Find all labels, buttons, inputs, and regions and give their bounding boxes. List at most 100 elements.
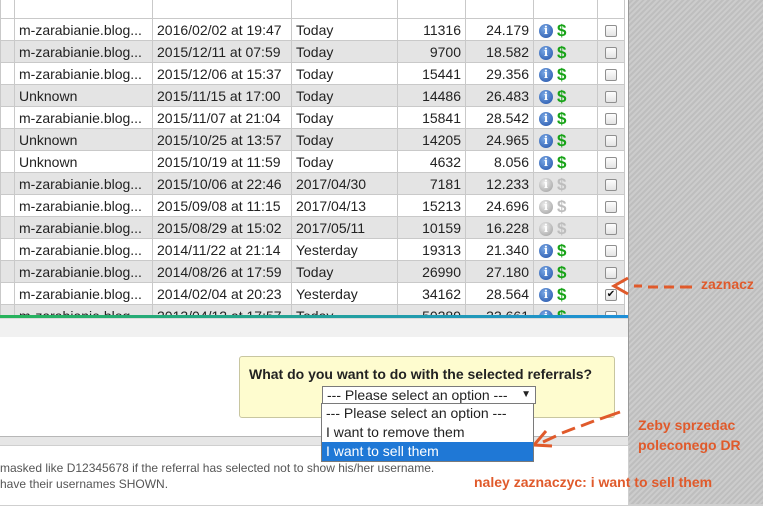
select-cell (597, 216, 625, 239)
info-icon[interactable]: i (539, 199, 553, 214)
info-icon[interactable]: i (539, 221, 553, 236)
actions-cell (533, 0, 598, 19)
referral-since: 2015/10/06 at 22:46 (157, 175, 282, 192)
average-cell: 8.056 (465, 150, 534, 173)
referral-since: 2014/02/04 at 20:23 (157, 285, 282, 302)
row-checkbox[interactable] (605, 112, 617, 125)
table-row: m-zarabianie.blog... 2015/08/29 at 15:02 2… (0, 216, 625, 239)
row-checkbox[interactable]: ✔ (605, 288, 617, 301)
select-cell (597, 106, 625, 129)
row-edge-cell (0, 18, 15, 41)
row-edge-cell (0, 238, 15, 261)
referral-since-cell: 2015/09/08 at 11:15 (152, 194, 292, 217)
row-checkbox[interactable] (605, 266, 617, 279)
actions-cell: i$ (533, 62, 598, 85)
dollar-icon[interactable]: $ (557, 22, 566, 39)
total-clicks: 7181 (429, 175, 461, 192)
last-click: Today (296, 87, 334, 104)
table-row: m-zarabianie.blog... 2015/12/06 at 15:37 T… (0, 62, 625, 85)
referral-name-cell: m-zarabianie.blog... (14, 106, 153, 129)
referral-name-cell: m-zarabianie.blog... (14, 238, 153, 261)
table-row: m-zarabianie.blog... 2015/12/11 at 07:59 T… (0, 40, 625, 63)
row-checkbox[interactable] (605, 24, 617, 37)
dollar-icon[interactable]: $ (557, 242, 566, 259)
select-cell (597, 150, 625, 173)
table-row: Unknown 2015/11/15 at 17:00 Today 14486 26.4… (0, 84, 625, 107)
referral-since-cell: 2014/02/04 at 20:23 (152, 282, 292, 305)
row-checkbox[interactable] (605, 244, 617, 257)
average-cell: 16.228 (465, 216, 534, 239)
dollar-icon[interactable]: $ (557, 286, 566, 303)
average: 12.233 (486, 175, 529, 192)
row-edge-cell (0, 84, 15, 107)
referral-name-cell: Unknown (14, 128, 153, 151)
horizontal-scrollbar[interactable] (0, 318, 628, 337)
dollar-icon[interactable]: $ (557, 66, 566, 83)
average: 27.180 (486, 263, 529, 280)
row-edge-cell (0, 194, 15, 217)
dollar-icon[interactable]: $ (557, 264, 566, 281)
referral-since: 2015/10/19 at 11:59 (157, 153, 281, 170)
row-checkbox[interactable] (605, 178, 617, 191)
referral-name-cell: m-zarabianie.blog... (14, 18, 153, 41)
row-edge-cell (0, 40, 15, 63)
table-row: m-zarabianie.blog... 2014/02/04 at 20:23 Y… (0, 282, 625, 305)
total-clicks: 14205 (422, 131, 461, 148)
total-clicks-cell: 15841 (397, 106, 466, 129)
average-cell: 24.179 (465, 18, 534, 41)
info-icon[interactable]: i (539, 133, 553, 148)
referral-name: m-zarabianie.blog... (19, 109, 142, 126)
row-checkbox[interactable] (605, 90, 617, 103)
info-icon[interactable]: i (539, 45, 553, 60)
option-remove[interactable]: I want to remove them (322, 423, 533, 442)
total-clicks: 15841 (422, 109, 461, 126)
info-icon[interactable]: i (539, 155, 553, 170)
total-clicks-cell: 11316 (397, 18, 466, 41)
total-clicks: 15441 (422, 65, 461, 82)
bulk-action-select[interactable]: --- Please select an option --- ▼ (322, 386, 536, 404)
actions-cell: i$ (533, 260, 598, 283)
total-clicks-cell: 9700 (397, 40, 466, 63)
referral-since-cell: 2015/12/06 at 15:37 (152, 62, 292, 85)
last-click: 2017/05/11 (296, 219, 366, 236)
info-icon[interactable]: i (539, 287, 553, 302)
total-clicks-cell: 4632 (397, 150, 466, 173)
option-sell[interactable]: I want to sell them (322, 442, 533, 461)
last-click: Today (296, 109, 334, 126)
table-row: m-zarabianie.blog... 2014/11/22 at 21:14 Y… (0, 238, 625, 261)
total-clicks: 14486 (422, 87, 461, 104)
info-icon[interactable]: i (539, 23, 553, 38)
option-please-select[interactable]: --- Please select an option --- (322, 404, 533, 423)
info-icon[interactable]: i (539, 67, 553, 82)
row-checkbox[interactable] (605, 156, 617, 169)
info-icon[interactable]: i (539, 89, 553, 104)
last-click-cell: Today (291, 62, 398, 85)
referral-name: m-zarabianie.blog... (19, 285, 142, 302)
referral-since: 2015/10/25 at 13:57 (157, 131, 282, 148)
row-checkbox[interactable] (605, 200, 617, 213)
average-cell: 21.340 (465, 238, 534, 261)
row-checkbox[interactable] (605, 46, 617, 59)
referral-since-cell: 2015/10/19 at 11:59 (152, 150, 292, 173)
row-checkbox[interactable] (605, 134, 617, 147)
average: 18.582 (486, 43, 529, 60)
average: 26.483 (486, 87, 529, 104)
info-icon[interactable]: i (539, 265, 553, 280)
dollar-icon[interactable]: $ (557, 44, 566, 61)
last-click: Today (296, 263, 334, 280)
total-clicks: 9700 (429, 43, 461, 60)
info-icon[interactable]: i (539, 243, 553, 258)
dollar-icon[interactable]: $ (557, 132, 566, 149)
referral-since-cell: 2014/11/22 at 21:14 (152, 238, 292, 261)
info-icon[interactable]: i (539, 111, 553, 126)
referrals-table: m-zarabianie.blog... 2016/02/02 at 19:47 T… (0, 0, 625, 327)
average: 21.340 (486, 241, 529, 258)
dollar-icon[interactable]: $ (557, 154, 566, 171)
row-checkbox[interactable] (605, 68, 617, 81)
referral-name-cell: m-zarabianie.blog... (14, 62, 153, 85)
average-cell: 28.542 (465, 106, 534, 129)
dollar-icon[interactable]: $ (557, 88, 566, 105)
dollar-icon[interactable]: $ (557, 110, 566, 127)
row-checkbox[interactable] (605, 222, 617, 235)
info-icon[interactable]: i (539, 177, 553, 192)
